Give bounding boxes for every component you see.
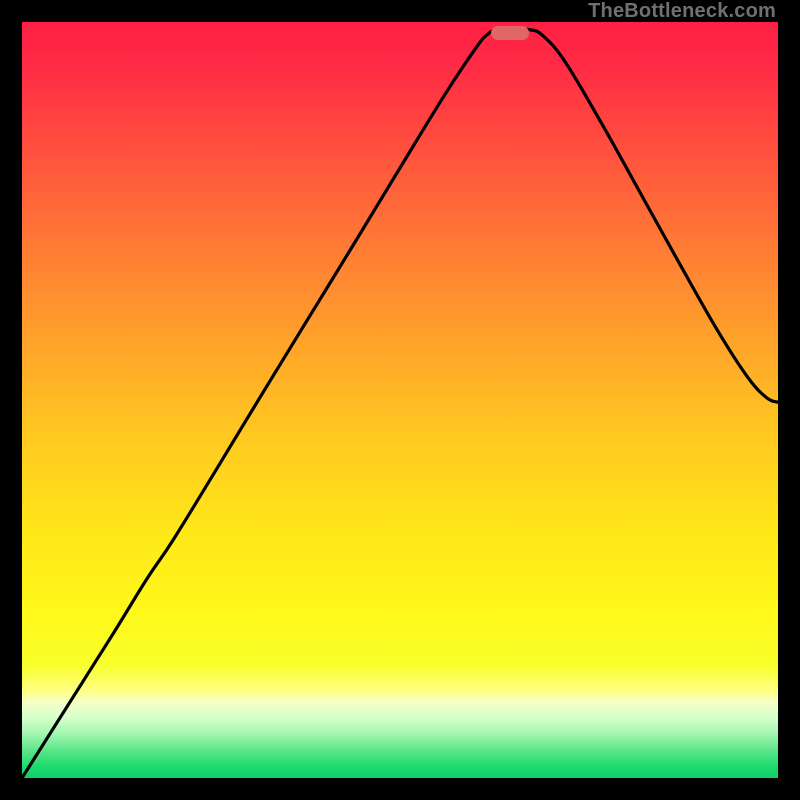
watermark-text: TheBottleneck.com: [588, 0, 776, 23]
bottleneck-curve: [22, 22, 778, 778]
optimum-marker: [491, 26, 529, 40]
chart-frame: [22, 22, 778, 778]
